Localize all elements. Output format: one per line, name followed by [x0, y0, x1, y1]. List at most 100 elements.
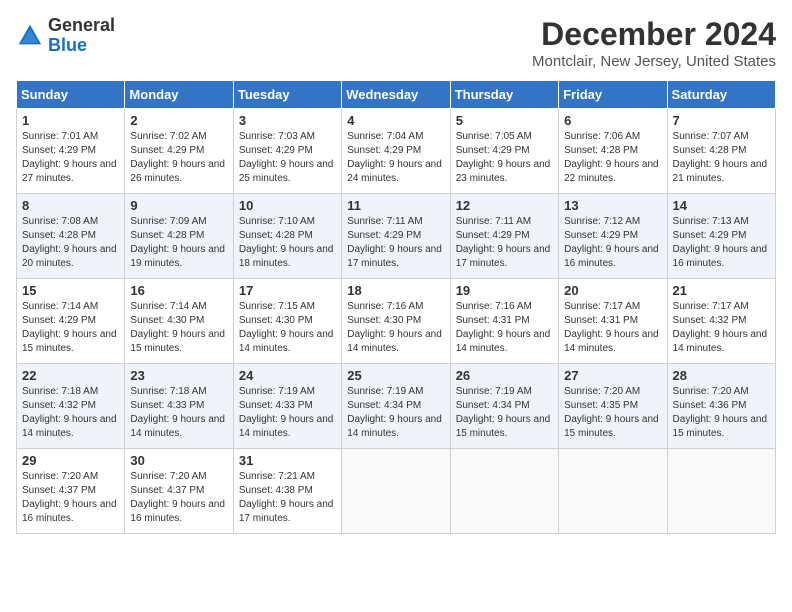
day-info: Sunrise: 7:15 AMSunset: 4:30 PMDaylight:… — [239, 300, 336, 356]
calendar-cell: 14Sunrise: 7:13 AMSunset: 4:29 PMDayligh… — [667, 194, 775, 279]
day-number: 8 — [22, 198, 119, 213]
day-number: 15 — [22, 283, 119, 298]
day-number: 29 — [22, 453, 119, 468]
day-info: Sunrise: 7:18 AMSunset: 4:33 PMDaylight:… — [130, 385, 227, 441]
day-header-thursday: Thursday — [450, 81, 558, 109]
calendar-cell: 11Sunrise: 7:11 AMSunset: 4:29 PMDayligh… — [342, 194, 450, 279]
calendar-cell — [667, 449, 775, 534]
day-number: 18 — [347, 283, 444, 298]
calendar-body: 1 Sunrise: 7:01 AMSunset: 4:29 PMDaylight… — [17, 109, 776, 534]
calendar-cell: 3 Sunrise: 7:03 AMSunset: 4:29 PMDaylight… — [233, 109, 341, 194]
day-number: 16 — [130, 283, 227, 298]
calendar-cell: 19 Sunrise: 7:16 AMSunset: 4:31 PMDayligh… — [450, 279, 558, 364]
day-number: 6 — [564, 113, 661, 128]
calendar-cell: 23 Sunrise: 7:18 AMSunset: 4:33 PMDayligh… — [125, 364, 233, 449]
day-number: 22 — [22, 368, 119, 383]
week-row-5: 29 Sunrise: 7:20 AMSunset: 4:37 PMDayligh… — [17, 449, 776, 534]
day-header-friday: Friday — [559, 81, 667, 109]
calendar-cell — [342, 449, 450, 534]
calendar-cell: 13 Sunrise: 7:12 AMSunset: 4:29 PMDayligh… — [559, 194, 667, 279]
day-info: Sunrise: 7:17 AMSunset: 4:32 PMDaylight:… — [673, 300, 770, 356]
day-info: Sunrise: 7:02 AMSunset: 4:29 PMDaylight:… — [130, 130, 227, 186]
day-header-tuesday: Tuesday — [233, 81, 341, 109]
day-number: 12 — [456, 198, 553, 213]
day-info: Sunrise: 7:14 AMSunset: 4:29 PMDaylight:… — [22, 300, 119, 356]
day-number: 31 — [239, 453, 336, 468]
calendar-cell: 18Sunrise: 7:16 AMSunset: 4:30 PMDayligh… — [342, 279, 450, 364]
day-info: Sunrise: 7:20 AMSunset: 4:35 PMDaylight:… — [564, 385, 661, 441]
day-number: 1 — [22, 113, 119, 128]
calendar-cell: 7Sunrise: 7:07 AMSunset: 4:28 PMDaylight… — [667, 109, 775, 194]
day-info: Sunrise: 7:20 AMSunset: 4:37 PMDaylight:… — [130, 470, 227, 526]
main-title: December 2024 — [532, 16, 776, 53]
calendar-header: SundayMondayTuesdayWednesdayThursdayFrid… — [17, 81, 776, 109]
calendar-cell — [559, 449, 667, 534]
day-info: Sunrise: 7:20 AMSunset: 4:36 PMDaylight:… — [673, 385, 770, 441]
week-row-3: 15 Sunrise: 7:14 AMSunset: 4:29 PMDayligh… — [17, 279, 776, 364]
title-area: December 2024 Montclair, New Jersey, Uni… — [532, 16, 776, 70]
day-info: Sunrise: 7:07 AMSunset: 4:28 PMDaylight:… — [673, 130, 770, 186]
day-info: Sunrise: 7:18 AMSunset: 4:32 PMDaylight:… — [22, 385, 119, 441]
day-number: 17 — [239, 283, 336, 298]
day-info: Sunrise: 7:10 AMSunset: 4:28 PMDaylight:… — [239, 215, 336, 271]
week-row-1: 1 Sunrise: 7:01 AMSunset: 4:29 PMDaylight… — [17, 109, 776, 194]
calendar: SundayMondayTuesdayWednesdayThursdayFrid… — [16, 80, 776, 534]
header: General Blue December 2024 Montclair, Ne… — [16, 16, 776, 70]
subtitle: Montclair, New Jersey, United States — [532, 53, 776, 70]
day-number: 26 — [456, 368, 553, 383]
calendar-cell: 16 Sunrise: 7:14 AMSunset: 4:30 PMDayligh… — [125, 279, 233, 364]
day-number: 20 — [564, 283, 661, 298]
day-number: 25 — [347, 368, 444, 383]
day-header-wednesday: Wednesday — [342, 81, 450, 109]
calendar-cell: 17 Sunrise: 7:15 AMSunset: 4:30 PMDayligh… — [233, 279, 341, 364]
day-info: Sunrise: 7:05 AMSunset: 4:29 PMDaylight:… — [456, 130, 553, 186]
calendar-cell: 2 Sunrise: 7:02 AMSunset: 4:29 PMDaylight… — [125, 109, 233, 194]
day-info: Sunrise: 7:19 AMSunset: 4:34 PMDaylight:… — [347, 385, 444, 441]
day-number: 19 — [456, 283, 553, 298]
day-number: 9 — [130, 198, 227, 213]
day-info: Sunrise: 7:16 AMSunset: 4:31 PMDaylight:… — [456, 300, 553, 356]
day-number: 4 — [347, 113, 444, 128]
day-info: Sunrise: 7:14 AMSunset: 4:30 PMDaylight:… — [130, 300, 227, 356]
calendar-cell: 27 Sunrise: 7:20 AMSunset: 4:35 PMDayligh… — [559, 364, 667, 449]
day-header-sunday: Sunday — [17, 81, 125, 109]
day-number: 2 — [130, 113, 227, 128]
calendar-cell: 4 Sunrise: 7:04 AMSunset: 4:29 PMDaylight… — [342, 109, 450, 194]
day-number: 10 — [239, 198, 336, 213]
calendar-cell: 31 Sunrise: 7:21 AMSunset: 4:38 PMDayligh… — [233, 449, 341, 534]
days-header-row: SundayMondayTuesdayWednesdayThursdayFrid… — [17, 81, 776, 109]
day-info: Sunrise: 7:17 AMSunset: 4:31 PMDaylight:… — [564, 300, 661, 356]
week-row-2: 8 Sunrise: 7:08 AMSunset: 4:28 PMDaylight… — [17, 194, 776, 279]
calendar-cell: 30Sunrise: 7:20 AMSunset: 4:37 PMDayligh… — [125, 449, 233, 534]
day-number: 24 — [239, 368, 336, 383]
day-info: Sunrise: 7:04 AMSunset: 4:29 PMDaylight:… — [347, 130, 444, 186]
logo-icon — [16, 22, 44, 50]
day-info: Sunrise: 7:21 AMSunset: 4:38 PMDaylight:… — [239, 470, 336, 526]
week-row-4: 22 Sunrise: 7:18 AMSunset: 4:32 PMDayligh… — [17, 364, 776, 449]
day-info: Sunrise: 7:11 AMSunset: 4:29 PMDaylight:… — [347, 215, 444, 271]
day-info: Sunrise: 7:01 AMSunset: 4:29 PMDaylight:… — [22, 130, 119, 186]
logo-blue-text: Blue — [48, 36, 115, 56]
day-header-monday: Monday — [125, 81, 233, 109]
day-info: Sunrise: 7:06 AMSunset: 4:28 PMDaylight:… — [564, 130, 661, 186]
day-info: Sunrise: 7:19 AMSunset: 4:34 PMDaylight:… — [456, 385, 553, 441]
day-number: 3 — [239, 113, 336, 128]
day-info: Sunrise: 7:12 AMSunset: 4:29 PMDaylight:… — [564, 215, 661, 271]
calendar-cell: 25 Sunrise: 7:19 AMSunset: 4:34 PMDayligh… — [342, 364, 450, 449]
day-header-saturday: Saturday — [667, 81, 775, 109]
day-number: 28 — [673, 368, 770, 383]
day-info: Sunrise: 7:20 AMSunset: 4:37 PMDaylight:… — [22, 470, 119, 526]
day-number: 5 — [456, 113, 553, 128]
day-info: Sunrise: 7:03 AMSunset: 4:29 PMDaylight:… — [239, 130, 336, 186]
day-info: Sunrise: 7:08 AMSunset: 4:28 PMDaylight:… — [22, 215, 119, 271]
calendar-cell: 6 Sunrise: 7:06 AMSunset: 4:28 PMDaylight… — [559, 109, 667, 194]
calendar-cell: 26 Sunrise: 7:19 AMSunset: 4:34 PMDayligh… — [450, 364, 558, 449]
day-number: 23 — [130, 368, 227, 383]
logo-general-text: General — [48, 16, 115, 36]
logo: General Blue — [16, 16, 115, 56]
calendar-cell: 9Sunrise: 7:09 AMSunset: 4:28 PMDaylight… — [125, 194, 233, 279]
calendar-cell: 15 Sunrise: 7:14 AMSunset: 4:29 PMDayligh… — [17, 279, 125, 364]
calendar-cell: 20 Sunrise: 7:17 AMSunset: 4:31 PMDayligh… — [559, 279, 667, 364]
day-number: 27 — [564, 368, 661, 383]
day-number: 13 — [564, 198, 661, 213]
